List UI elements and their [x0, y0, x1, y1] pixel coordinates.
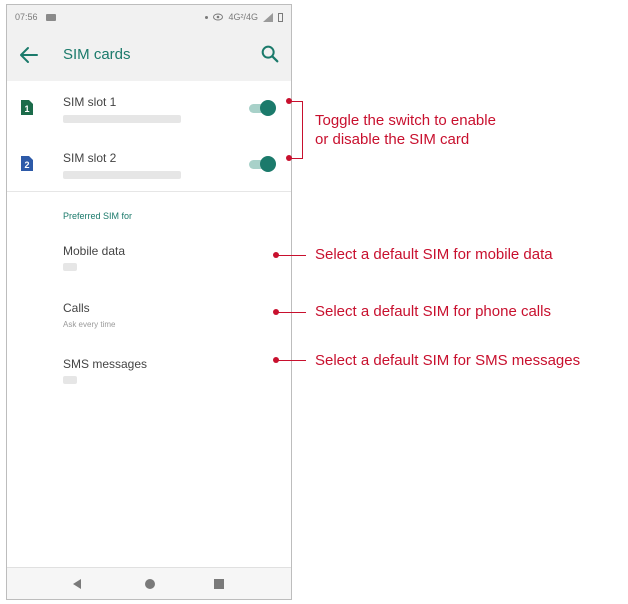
bracket-top-line [289, 101, 303, 102]
nav-recents-icon[interactable] [211, 576, 227, 592]
sms-row[interactable]: SMS messages [7, 350, 291, 400]
notification-icon [45, 13, 56, 21]
status-bar: 07:56 4G²/4G [7, 5, 291, 29]
sim-slot-2-toggle[interactable] [247, 155, 277, 173]
battery-icon [278, 12, 283, 22]
network-label: 4G²/4G [228, 12, 258, 22]
calls-line [276, 312, 306, 313]
sim-slot-1-row[interactable]: 1 SIM slot 1 [7, 85, 291, 141]
page-title: SIM cards [63, 46, 131, 63]
phone-screen: 07:56 4G²/4G SIM cards 1 SIM slot 1 2 SI… [6, 4, 292, 600]
calls-label: Calls [63, 301, 90, 315]
bracket-vertical-line [302, 101, 303, 159]
nav-home-icon[interactable] [142, 576, 158, 592]
status-indicators: 4G²/4G [205, 12, 283, 22]
annotation-calls: Select a default SIM for phone calls [315, 303, 551, 320]
eye-icon [213, 13, 224, 21]
svg-text:2: 2 [24, 160, 29, 170]
sim-slot-1-carrier-redacted [63, 115, 181, 123]
sim-slot-2-carrier-redacted [63, 171, 181, 179]
annotation-sms: Select a default SIM for SMS messages [315, 352, 581, 369]
sms-value-redacted [63, 376, 77, 384]
nav-back-icon[interactable] [69, 576, 85, 592]
status-time: 07:56 [15, 12, 38, 22]
back-arrow-icon[interactable] [17, 43, 41, 67]
navigation-bar [7, 567, 291, 599]
mobile-data-label: Mobile data [63, 244, 126, 258]
mobile-data-value-redacted [63, 263, 77, 271]
signal-icon [263, 12, 273, 22]
toggle-thumb [260, 156, 276, 172]
sms-label: SMS messages [63, 357, 148, 371]
annotation-toggle: Toggle the switch to enable or disable t… [315, 112, 496, 148]
mobile-data-row[interactable]: Mobile data [7, 237, 291, 287]
divider [7, 191, 291, 192]
bracket-bottom-line [289, 158, 303, 159]
toggle-thumb [260, 100, 276, 116]
section-header-preferred: Preferred SIM for [63, 211, 133, 221]
calls-value: Ask every time [63, 320, 116, 329]
annotation-mobile-data: Select a default SIM for mobile data [315, 246, 553, 263]
sim-slot-1-toggle[interactable] [247, 99, 277, 117]
sim-slot-1-label: SIM slot 1 [63, 95, 117, 109]
sim-card-icon: 2 [21, 156, 33, 171]
app-bar: SIM cards [7, 29, 291, 81]
sim-slot-2-row[interactable]: 2 SIM slot 2 [7, 141, 291, 197]
sms-line [276, 360, 306, 361]
sim-card-icon: 1 [21, 100, 33, 115]
dot-icon [205, 15, 209, 19]
calls-row[interactable]: Calls Ask every time [7, 294, 291, 344]
sim-slot-2-label: SIM slot 2 [63, 151, 117, 165]
svg-text:1: 1 [24, 104, 29, 114]
search-icon[interactable] [259, 43, 281, 65]
mobile-data-line [276, 255, 306, 256]
